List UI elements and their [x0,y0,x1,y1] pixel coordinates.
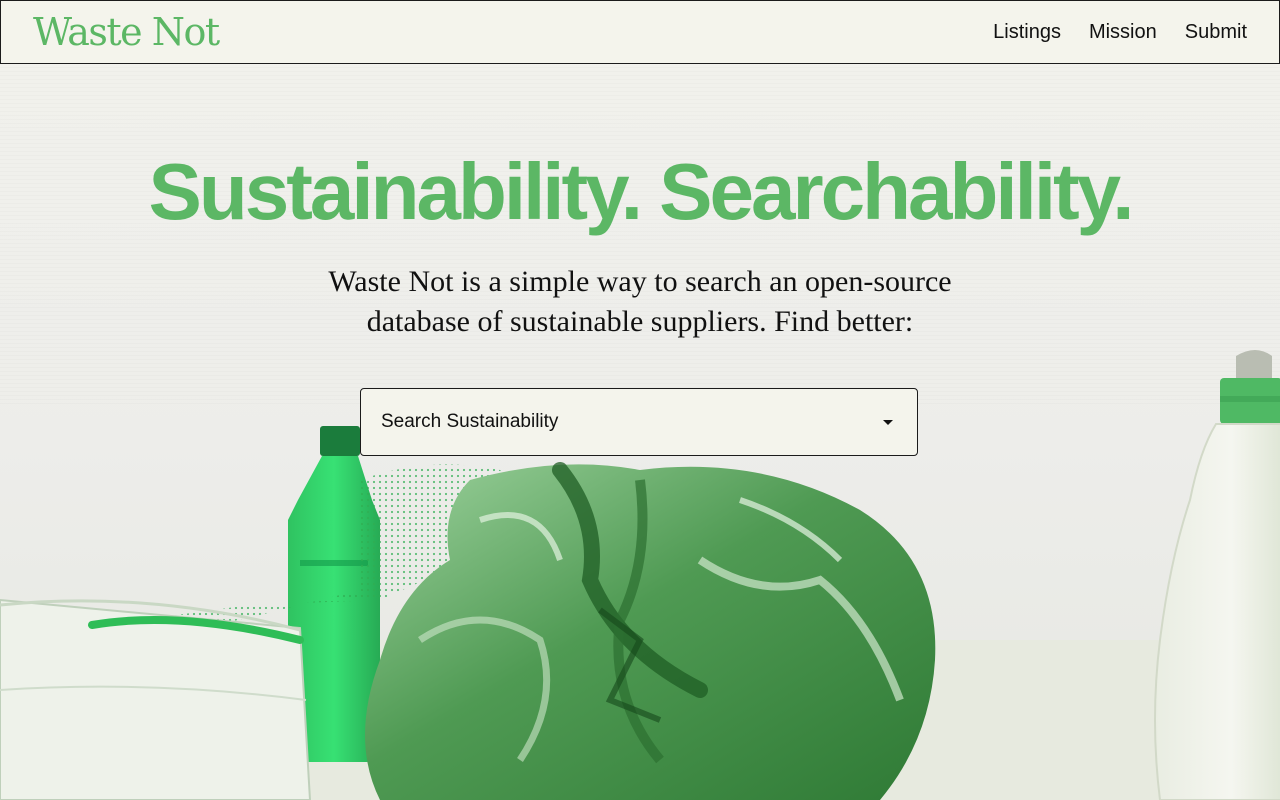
plastic-container [0,598,312,800]
search-sustainability-select[interactable]: Search Sustainability [360,388,918,456]
search-select-value: Search Sustainability [381,411,559,432]
nav-link-submit[interactable]: Submit [1185,21,1247,44]
dish-soap-bottle [1154,350,1280,800]
crumpled-plastic-bag [365,462,936,800]
nav-links: Listings Mission Submit [965,21,1247,44]
hero-title: Sustainability. Searchability. [148,147,1135,236]
logo[interactable]: Waste Not [33,13,220,51]
hero-description: Waste Not is a simple way to search an o… [328,265,952,338]
top-navbar: Waste Not Listings Mission Submit [0,0,1280,64]
nav-link-listings[interactable]: Listings [993,21,1061,44]
nav-link-mission[interactable]: Mission [1089,21,1157,44]
caret-down-icon[interactable] [883,419,893,425]
page: Waste Not Listings Mission Submit Sustai… [0,0,1280,800]
